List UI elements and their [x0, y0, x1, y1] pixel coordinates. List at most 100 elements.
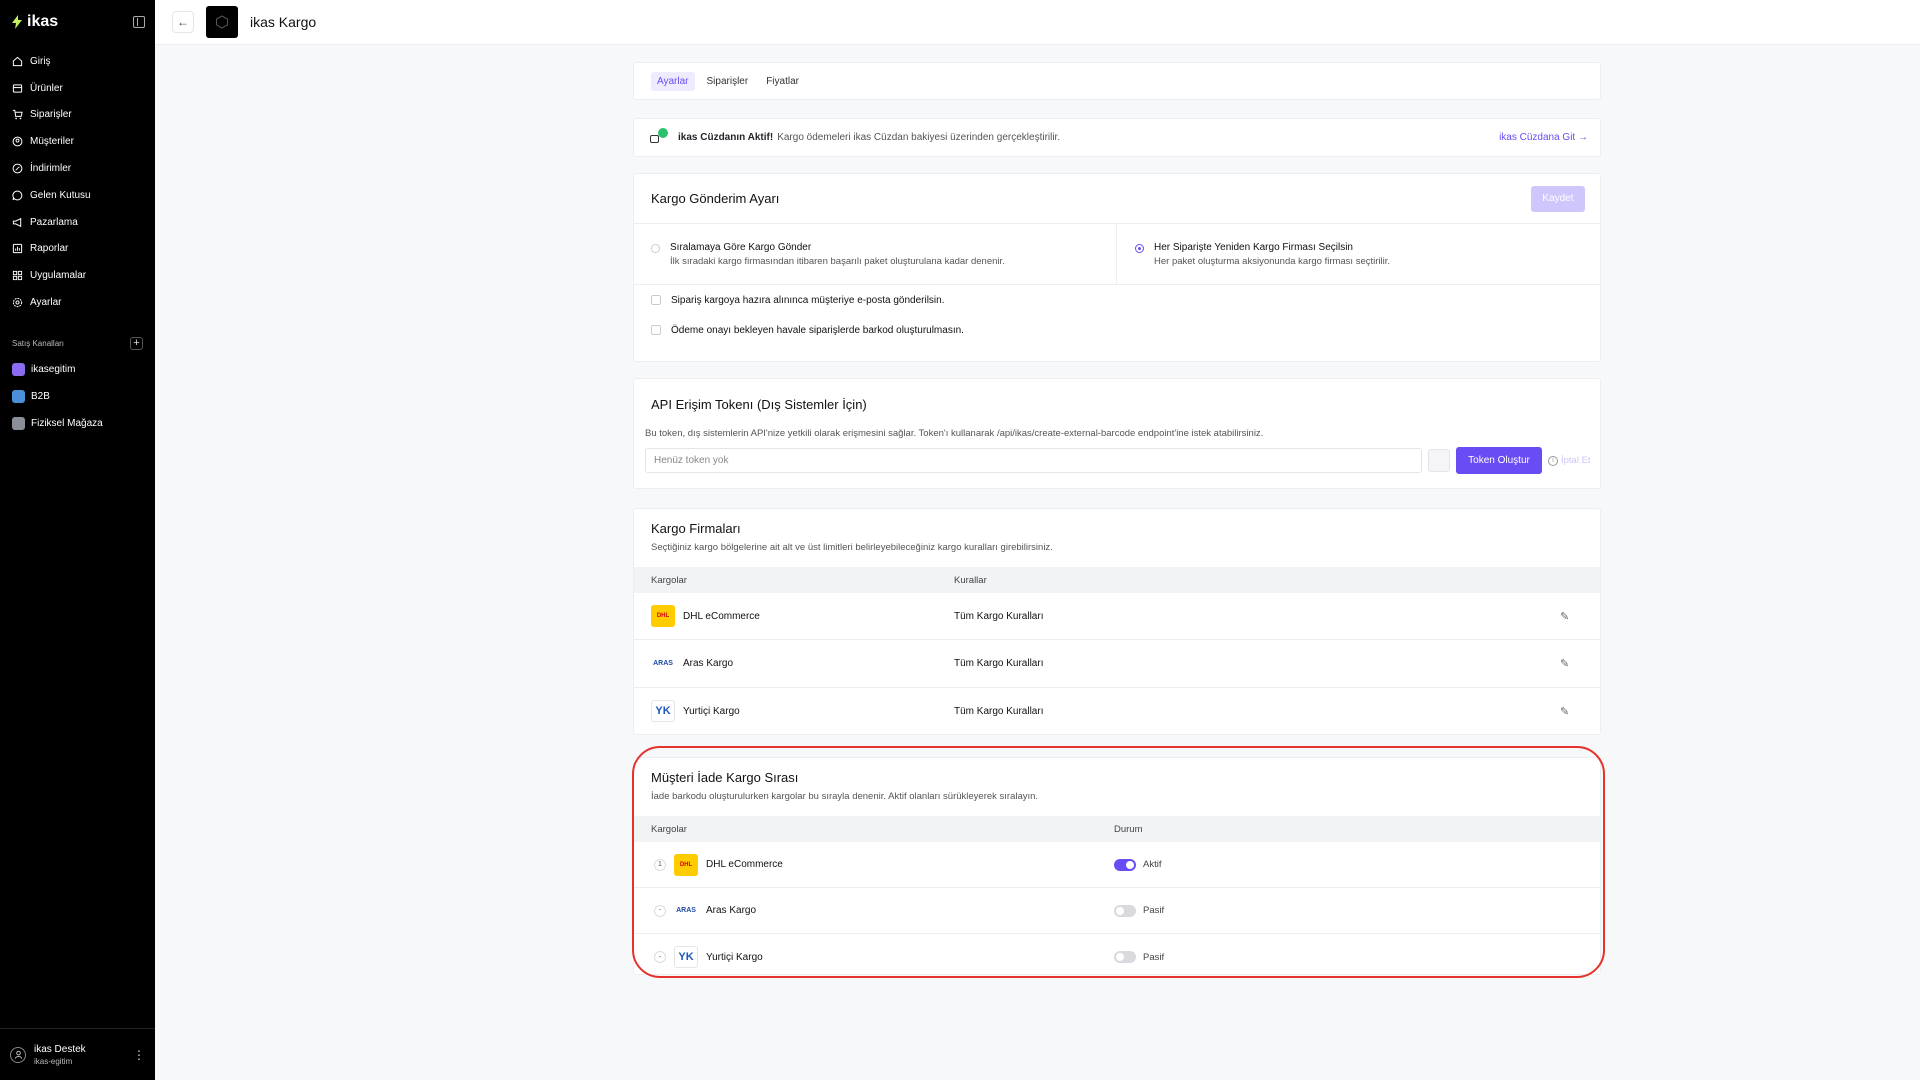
carriers-card: Kargo Firmaları Seçtiğiniz kargo bölgele… [633, 508, 1601, 735]
back-button[interactable]: ← [172, 11, 194, 33]
table-row[interactable]: DHL DHL eCommerce Tüm Kargo Kuralları ✎ [634, 593, 1600, 641]
edit-icon[interactable]: ✎ [1560, 610, 1600, 623]
shipping-mode-options: Sıralamaya Göre Kargo Gönder İlk sıradak… [634, 224, 1600, 285]
create-token-button[interactable]: Token Oluştur [1456, 447, 1542, 474]
status-toggle[interactable] [1114, 858, 1136, 871]
user-menu[interactable]: ikas Destek ikas-egitim ⋮ [0, 1028, 155, 1080]
sidebar-item-label: İndirimler [30, 163, 72, 175]
tab-siparisler[interactable]: Siparişler [701, 72, 755, 91]
card-title: Müşteri İade Kargo Sırası [651, 770, 799, 785]
checkbox[interactable] [651, 325, 661, 335]
edit-icon[interactable]: ✎ [1560, 705, 1600, 718]
tab-fiyatlar[interactable]: Fiyatlar [760, 72, 805, 91]
bolt-icon [12, 15, 22, 29]
option-description: Her paket oluşturma aksiyonunda kargo fi… [1154, 256, 1391, 267]
status-toggle[interactable] [1114, 951, 1136, 963]
api-token-row: Henüz token yok Token Oluştur i İptal Et [634, 447, 1600, 474]
more-options-icon[interactable]: ⋮ [133, 1048, 145, 1062]
sidebar-item-raporlar[interactable]: Raporlar [0, 236, 155, 263]
option-sequential[interactable]: Sıralamaya Göre Kargo Gönder İlk sıradak… [634, 224, 1116, 284]
channel-item-ikasegitim[interactable]: ikasegitim [0, 356, 155, 383]
list-item[interactable]: - ARAS Aras Kargo Pasif [634, 888, 1600, 934]
column-header-rules: Kurallar [954, 574, 987, 586]
token-field[interactable]: Henüz token yok [645, 448, 1422, 473]
radio-button-selected[interactable] [1135, 244, 1144, 253]
info-icon: i [1548, 455, 1558, 466]
carrier-rule: Tüm Kargo Kuralları [954, 657, 1044, 669]
chat-icon [12, 190, 23, 201]
email-notification-checkbox-row[interactable]: Sipariş kargoya hazıra alınınca müşteriy… [634, 285, 1600, 315]
wallet-link[interactable]: ikas Cüzdana Git → [1499, 132, 1588, 143]
sidebar-item-label: Siparişler [30, 109, 72, 121]
status-label: Pasif [1143, 905, 1165, 916]
column-header-carriers: Kargolar [651, 823, 687, 835]
yurtici-logo: YK [651, 700, 675, 723]
user-avatar-icon [10, 1046, 26, 1063]
dhl-logo: DHL [674, 853, 698, 876]
list-item[interactable]: - YK Yurtiçi Kargo Pasif [634, 934, 1600, 980]
table-row[interactable]: ARAS Aras Kargo Tüm Kargo Kuralları ✎ [634, 640, 1600, 688]
option-choose-each[interactable]: Her Siparişte Yeniden Kargo Firması Seçi… [1116, 224, 1600, 284]
page-header: ← ikas Kargo [155, 0, 1920, 45]
user-name: ikas Destek [34, 1043, 86, 1055]
sidebar-header: ikas [0, 0, 155, 44]
gear-icon [12, 297, 23, 308]
user-info: ikas Destek ikas-egitim [34, 1044, 86, 1066]
channel-item-fiziksel-magaza[interactable]: Fiziksel Mağaza [0, 410, 155, 437]
order-index: - [654, 904, 666, 917]
status-toggle[interactable] [1114, 904, 1136, 917]
carrier-cell: DHL DHL eCommerce [634, 605, 954, 628]
card-header: API Erişim Tokenı (Dış Sistemler İçin) [634, 379, 1600, 429]
cancel-token-link[interactable]: i İptal Et [1548, 455, 1591, 466]
api-token-card: API Erişim Tokenı (Dış Sistemler İçin) B… [633, 378, 1601, 489]
table-header: Kargolar Durum [634, 816, 1600, 842]
sidebar-item-giris[interactable]: Giriş [0, 48, 155, 75]
sidebar-collapse-icon[interactable] [133, 16, 145, 28]
sidebar-item-pazarlama[interactable]: Pazarlama [0, 209, 155, 236]
aras-logo: ARAS [674, 899, 698, 922]
api-description: Bu token, dış sistemlerin API'nize yetki… [645, 428, 1264, 439]
table-row[interactable]: YK Yurtiçi Kargo Tüm Kargo Kuralları ✎ [634, 688, 1600, 735]
sidebar-item-label: Raporlar [30, 243, 69, 255]
sidebar-nav: Giriş Ürünler Siparişler Müşteriler İndi… [0, 44, 155, 316]
card-header: Müşteri İade Kargo Sırası İade barkodu o… [634, 758, 1600, 816]
channel-label: B2B [31, 390, 50, 402]
channel-item-b2b[interactable]: B2B [0, 383, 155, 410]
radio-button[interactable] [651, 244, 660, 253]
card-description: İade barkodu oluşturulurken kargolar bu … [651, 791, 1039, 802]
list-item[interactable]: 1 DHL DHL eCommerce Aktif [634, 842, 1600, 888]
sidebar-item-label: Ayarlar [30, 297, 62, 309]
carrier-cell: - ARAS Aras Kargo [634, 899, 1114, 922]
brand-name: ikas [27, 13, 59, 30]
copy-icon[interactable] [1428, 449, 1450, 472]
sidebar-item-uygulamalar[interactable]: Uygulamalar [0, 262, 155, 289]
edit-icon[interactable]: ✎ [1560, 657, 1600, 670]
table-header: Kargolar Kurallar [634, 567, 1600, 593]
order-index: 1 [654, 858, 666, 871]
tab-ayarlar[interactable]: Ayarlar [651, 71, 695, 91]
option-title: Sıralamaya Göre Kargo Gönder [670, 242, 812, 253]
channel-label: ikasegitim [31, 363, 76, 375]
sales-channels-header: Satış Kanalları + [0, 336, 155, 352]
save-button[interactable]: Kaydet [1531, 185, 1585, 212]
megaphone-icon [12, 217, 23, 228]
sidebar-item-gelen-kutusu[interactable]: Gelen Kutusu [0, 182, 155, 209]
box-icon [12, 83, 23, 94]
sales-channels-title: Satış Kanalları [12, 339, 65, 349]
wallet-description: Kargo ödemeleri ikas Cüzdan bakiyesi üze… [777, 132, 1061, 143]
order-index: - [654, 951, 666, 963]
column-header-carriers: Kargolar [651, 574, 687, 586]
checkbox[interactable] [651, 295, 661, 305]
barcode-checkbox-row[interactable]: Ödeme onayı bekleyen havale siparişlerde… [634, 315, 1600, 345]
sidebar-item-indirimler[interactable]: İndirimler [0, 155, 155, 182]
sidebar-item-ayarlar[interactable]: Ayarlar [0, 289, 155, 316]
sidebar-item-siparisler[interactable]: Siparişler [0, 102, 155, 129]
card-title: Kargo Gönderim Ayarı [651, 191, 780, 206]
brand-logo[interactable]: ikas [10, 13, 58, 31]
sidebar-item-urunler[interactable]: Ürünler [0, 75, 155, 102]
add-channel-button[interactable]: + [130, 337, 143, 351]
sidebar-item-musteriler[interactable]: Müşteriler [0, 128, 155, 155]
carrier-rule: Tüm Kargo Kuralları [954, 610, 1044, 622]
status-label: Pasif [1143, 951, 1165, 963]
tab-bar: Ayarlar Siparişler Fiyatlar [633, 62, 1601, 100]
